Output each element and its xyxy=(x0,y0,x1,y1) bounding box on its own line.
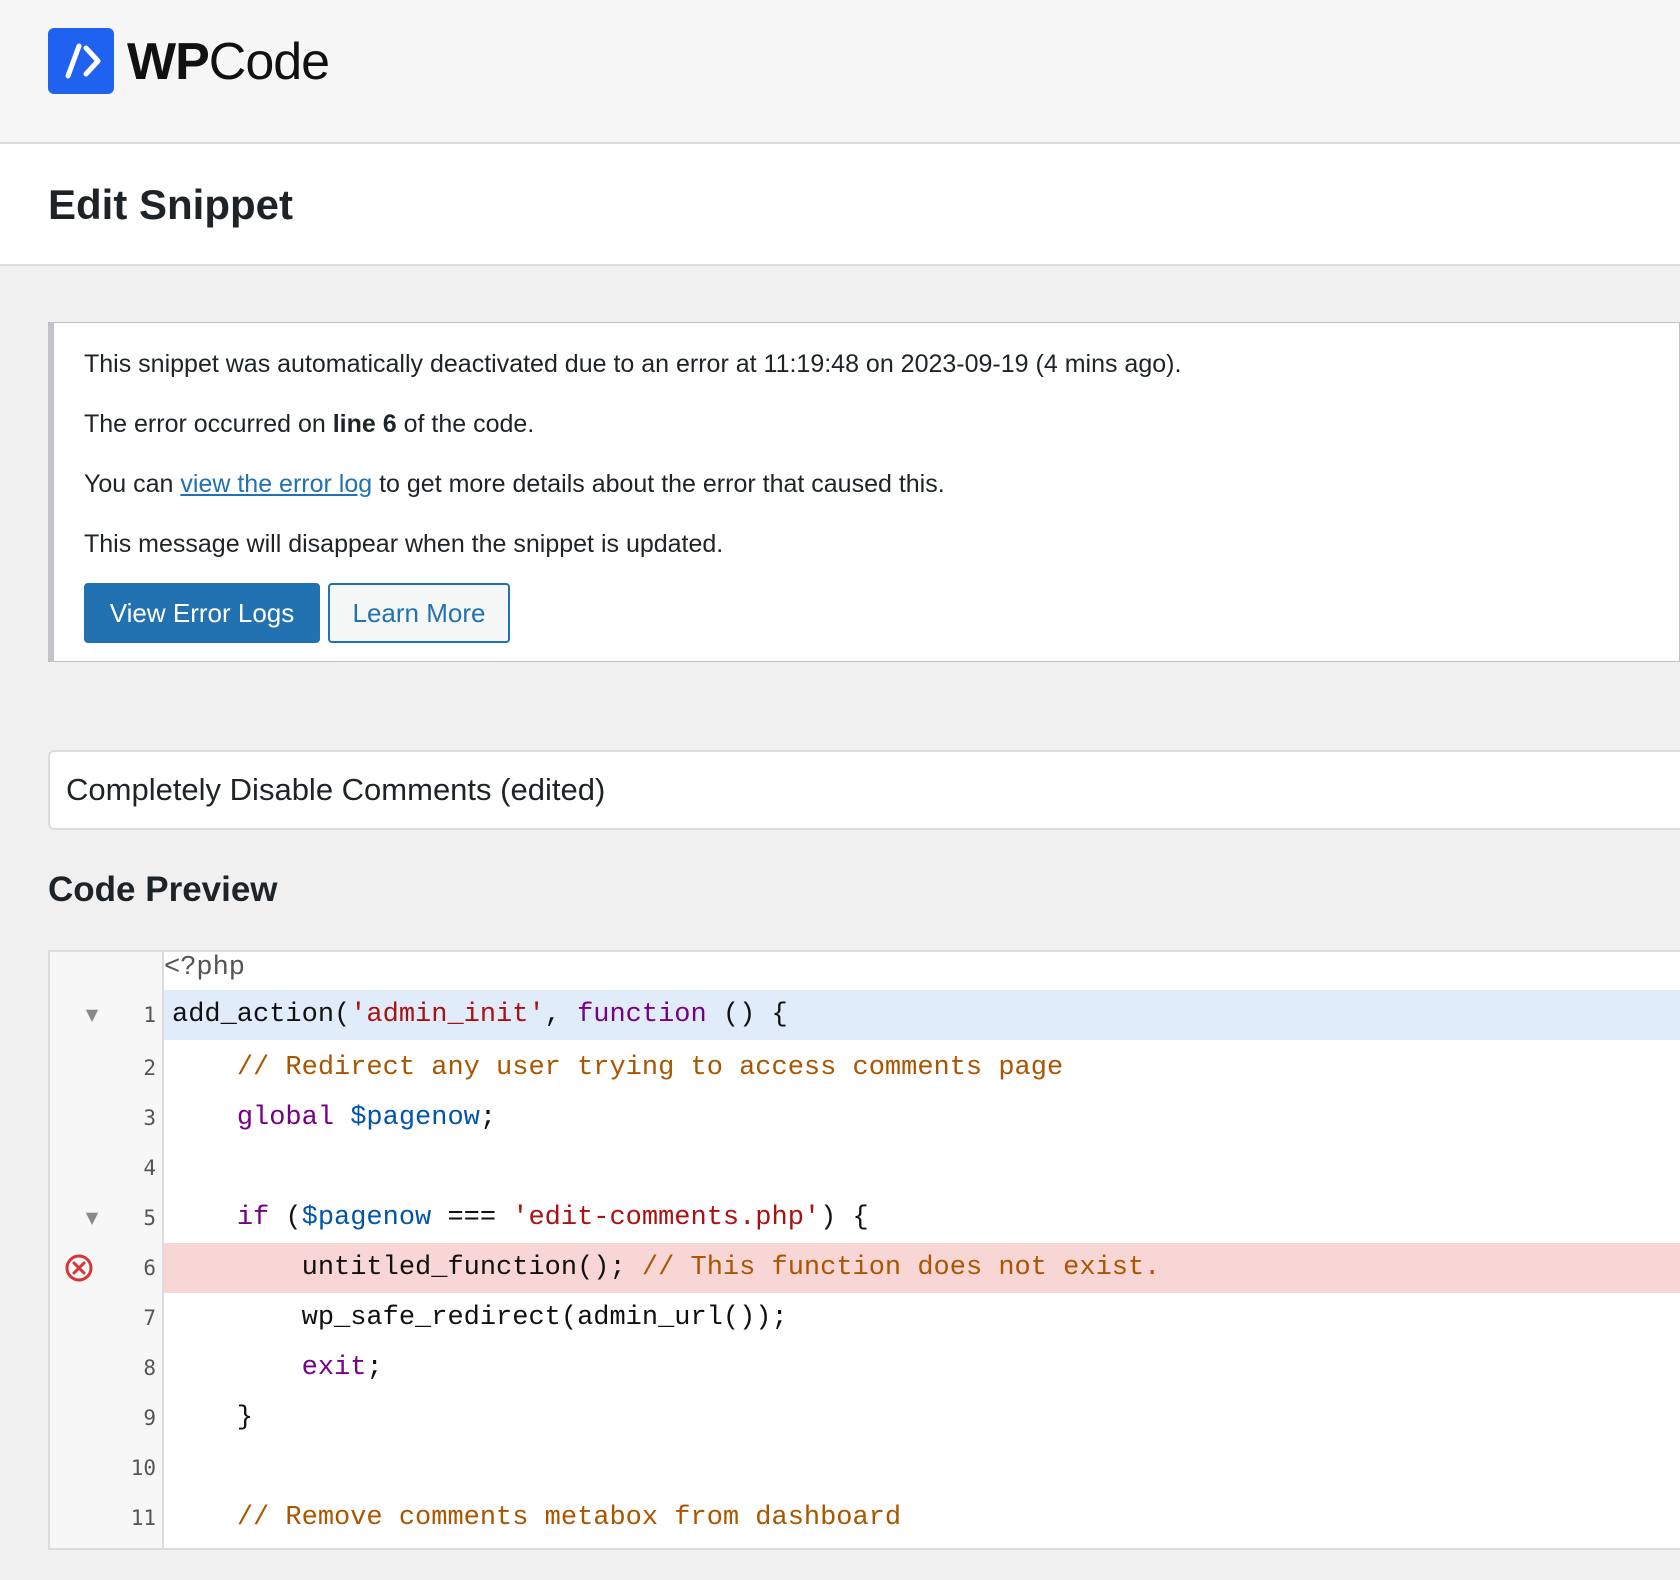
view-error-log-link[interactable]: view the error log xyxy=(180,470,372,498)
notice-error-line-number: line 6 xyxy=(333,410,397,438)
code-token-com: // Redirect any user trying to access co… xyxy=(237,1053,1063,1083)
brand-name-rest: Code xyxy=(209,33,329,91)
line-number: 5 xyxy=(110,1193,156,1243)
line-number: 11 xyxy=(110,1493,156,1543)
notice-error-log-text: You can view the error log to get more d… xyxy=(84,467,945,501)
code-token-plain: } xyxy=(172,1403,253,1433)
code-token-plain xyxy=(172,1053,237,1083)
code-line[interactable]: 7 wp_safe_redirect(admin_url()); xyxy=(50,1293,1680,1343)
notice-deactivated-text: This snippet was automatically deactivat… xyxy=(84,347,1181,381)
code-text: untitled_function(); // This function do… xyxy=(172,1243,1160,1293)
title-bar: Edit Snippet xyxy=(0,144,1680,266)
code-text: } xyxy=(172,1393,253,1443)
code-token-kw: function xyxy=(577,1000,707,1030)
fold-arrow-icon[interactable]: ▼ xyxy=(80,1193,104,1243)
code-line-background xyxy=(164,1393,1680,1443)
code-line-background xyxy=(164,1143,1680,1193)
line-number: 9 xyxy=(110,1393,156,1443)
code-token-plain: () { xyxy=(707,1000,788,1030)
code-preview-heading: Code Preview xyxy=(48,866,278,914)
code-token-str: 'edit-comments.php' xyxy=(512,1203,820,1233)
line-number: 6 xyxy=(110,1243,156,1293)
code-token-plain xyxy=(334,1103,350,1133)
code-token-var: $pagenow xyxy=(350,1103,480,1133)
code-line[interactable]: 8 exit; xyxy=(50,1343,1680,1393)
line-number: 8 xyxy=(110,1343,156,1393)
code-token-kw: if xyxy=(237,1203,269,1233)
code-line[interactable]: <?php xyxy=(50,950,1680,993)
code-token-kw: global xyxy=(237,1103,334,1133)
code-token-plain xyxy=(172,1203,237,1233)
notice-line2-prefix: The error occurred on xyxy=(84,410,333,438)
notice-line3-prefix: You can xyxy=(84,470,180,498)
snippet-title-input[interactable]: Completely Disable Comments (edited) xyxy=(48,750,1680,830)
fold-arrow-icon[interactable]: ▼ xyxy=(80,990,104,1040)
code-line-background xyxy=(164,1443,1680,1493)
code-token-plain: , xyxy=(545,1000,577,1030)
code-text: global $pagenow; xyxy=(172,1093,496,1143)
top-header: WPCode xyxy=(0,0,1680,144)
code-text: <?php xyxy=(164,950,245,993)
line-number: 2 xyxy=(110,1043,156,1093)
error-notice: This snippet was automatically deactivat… xyxy=(48,322,1680,662)
notice-line3-suffix: to get more details about the error that… xyxy=(372,470,945,498)
code-line-background xyxy=(164,950,1680,993)
code-token-plain: ; xyxy=(366,1353,382,1383)
code-line[interactable]: ▼5 if ($pagenow === 'edit-comments.php')… xyxy=(50,1193,1680,1243)
code-token-plain: add_action( xyxy=(172,1000,350,1030)
notice-disappear-text: This message will disappear when the sni… xyxy=(84,527,723,561)
notice-line2-suffix: of the code. xyxy=(397,410,535,438)
line-number: 1 xyxy=(110,990,156,1040)
brand-name[interactable]: WPCode xyxy=(127,30,329,94)
code-line[interactable]: 2 // Redirect any user trying to access … xyxy=(50,1043,1680,1093)
code-token-var: $pagenow xyxy=(302,1203,432,1233)
code-token-plain: wp_safe_redirect(admin_url()); xyxy=(172,1303,788,1333)
code-token-meta: <?php xyxy=(164,953,245,983)
code-token-com: // Remove comments metabox from dashboar… xyxy=(237,1503,901,1533)
code-text: // Remove comments metabox from dashboar… xyxy=(172,1493,901,1543)
line-number: 10 xyxy=(110,1443,156,1493)
code-text: add_action('admin_init', function () { xyxy=(172,990,788,1040)
error-circle-icon[interactable] xyxy=(64,1253,94,1283)
code-editor[interactable]: <?php▼1add_action('admin_init', function… xyxy=(48,950,1680,1550)
code-line[interactable]: 4 xyxy=(50,1143,1680,1193)
code-text: exit; xyxy=(172,1343,383,1393)
code-token-plain xyxy=(172,1503,237,1533)
code-token-kw: exit xyxy=(302,1353,367,1383)
page-title: Edit Snippet xyxy=(48,180,293,230)
code-line-background xyxy=(164,1343,1680,1393)
brand-name-bold: WP xyxy=(127,33,209,91)
code-text: wp_safe_redirect(admin_url()); xyxy=(172,1293,788,1343)
code-token-str: 'admin_init' xyxy=(350,1000,544,1030)
code-token-plain xyxy=(172,1353,302,1383)
line-number: 4 xyxy=(110,1143,156,1193)
code-line[interactable]: 11 // Remove comments metabox from dashb… xyxy=(50,1493,1680,1543)
notice-error-line-text: The error occurred on line 6 of the code… xyxy=(84,407,534,441)
code-line[interactable]: 3 global $pagenow; xyxy=(50,1093,1680,1143)
code-line[interactable]: 10 xyxy=(50,1443,1680,1493)
wpcode-logo-icon[interactable] xyxy=(48,28,114,94)
code-text: // Redirect any user trying to access co… xyxy=(172,1043,1063,1093)
line-number: 7 xyxy=(110,1293,156,1343)
learn-more-button[interactable]: Learn More xyxy=(328,583,510,643)
code-line[interactable]: 9 } xyxy=(50,1393,1680,1443)
code-token-plain: ) { xyxy=(820,1203,869,1233)
code-token-plain xyxy=(172,1103,237,1133)
code-line[interactable]: ▼1 add_action('admin_init', function () { xyxy=(50,990,1680,1040)
code-token-plain: === xyxy=(431,1203,512,1233)
code-text: if ($pagenow === 'edit-comments.php') { xyxy=(172,1193,869,1243)
line-number: 3 xyxy=(110,1093,156,1143)
code-token-plain: untitled_function(); xyxy=(172,1253,642,1283)
view-error-logs-button[interactable]: View Error Logs xyxy=(84,583,320,643)
code-token-plain: ; xyxy=(480,1103,496,1133)
code-token-plain: ( xyxy=(269,1203,301,1233)
code-token-com: // This function does not exist. xyxy=(642,1253,1160,1283)
code-line-error[interactable]: 6 untitled_function(); // This function … xyxy=(50,1243,1680,1293)
